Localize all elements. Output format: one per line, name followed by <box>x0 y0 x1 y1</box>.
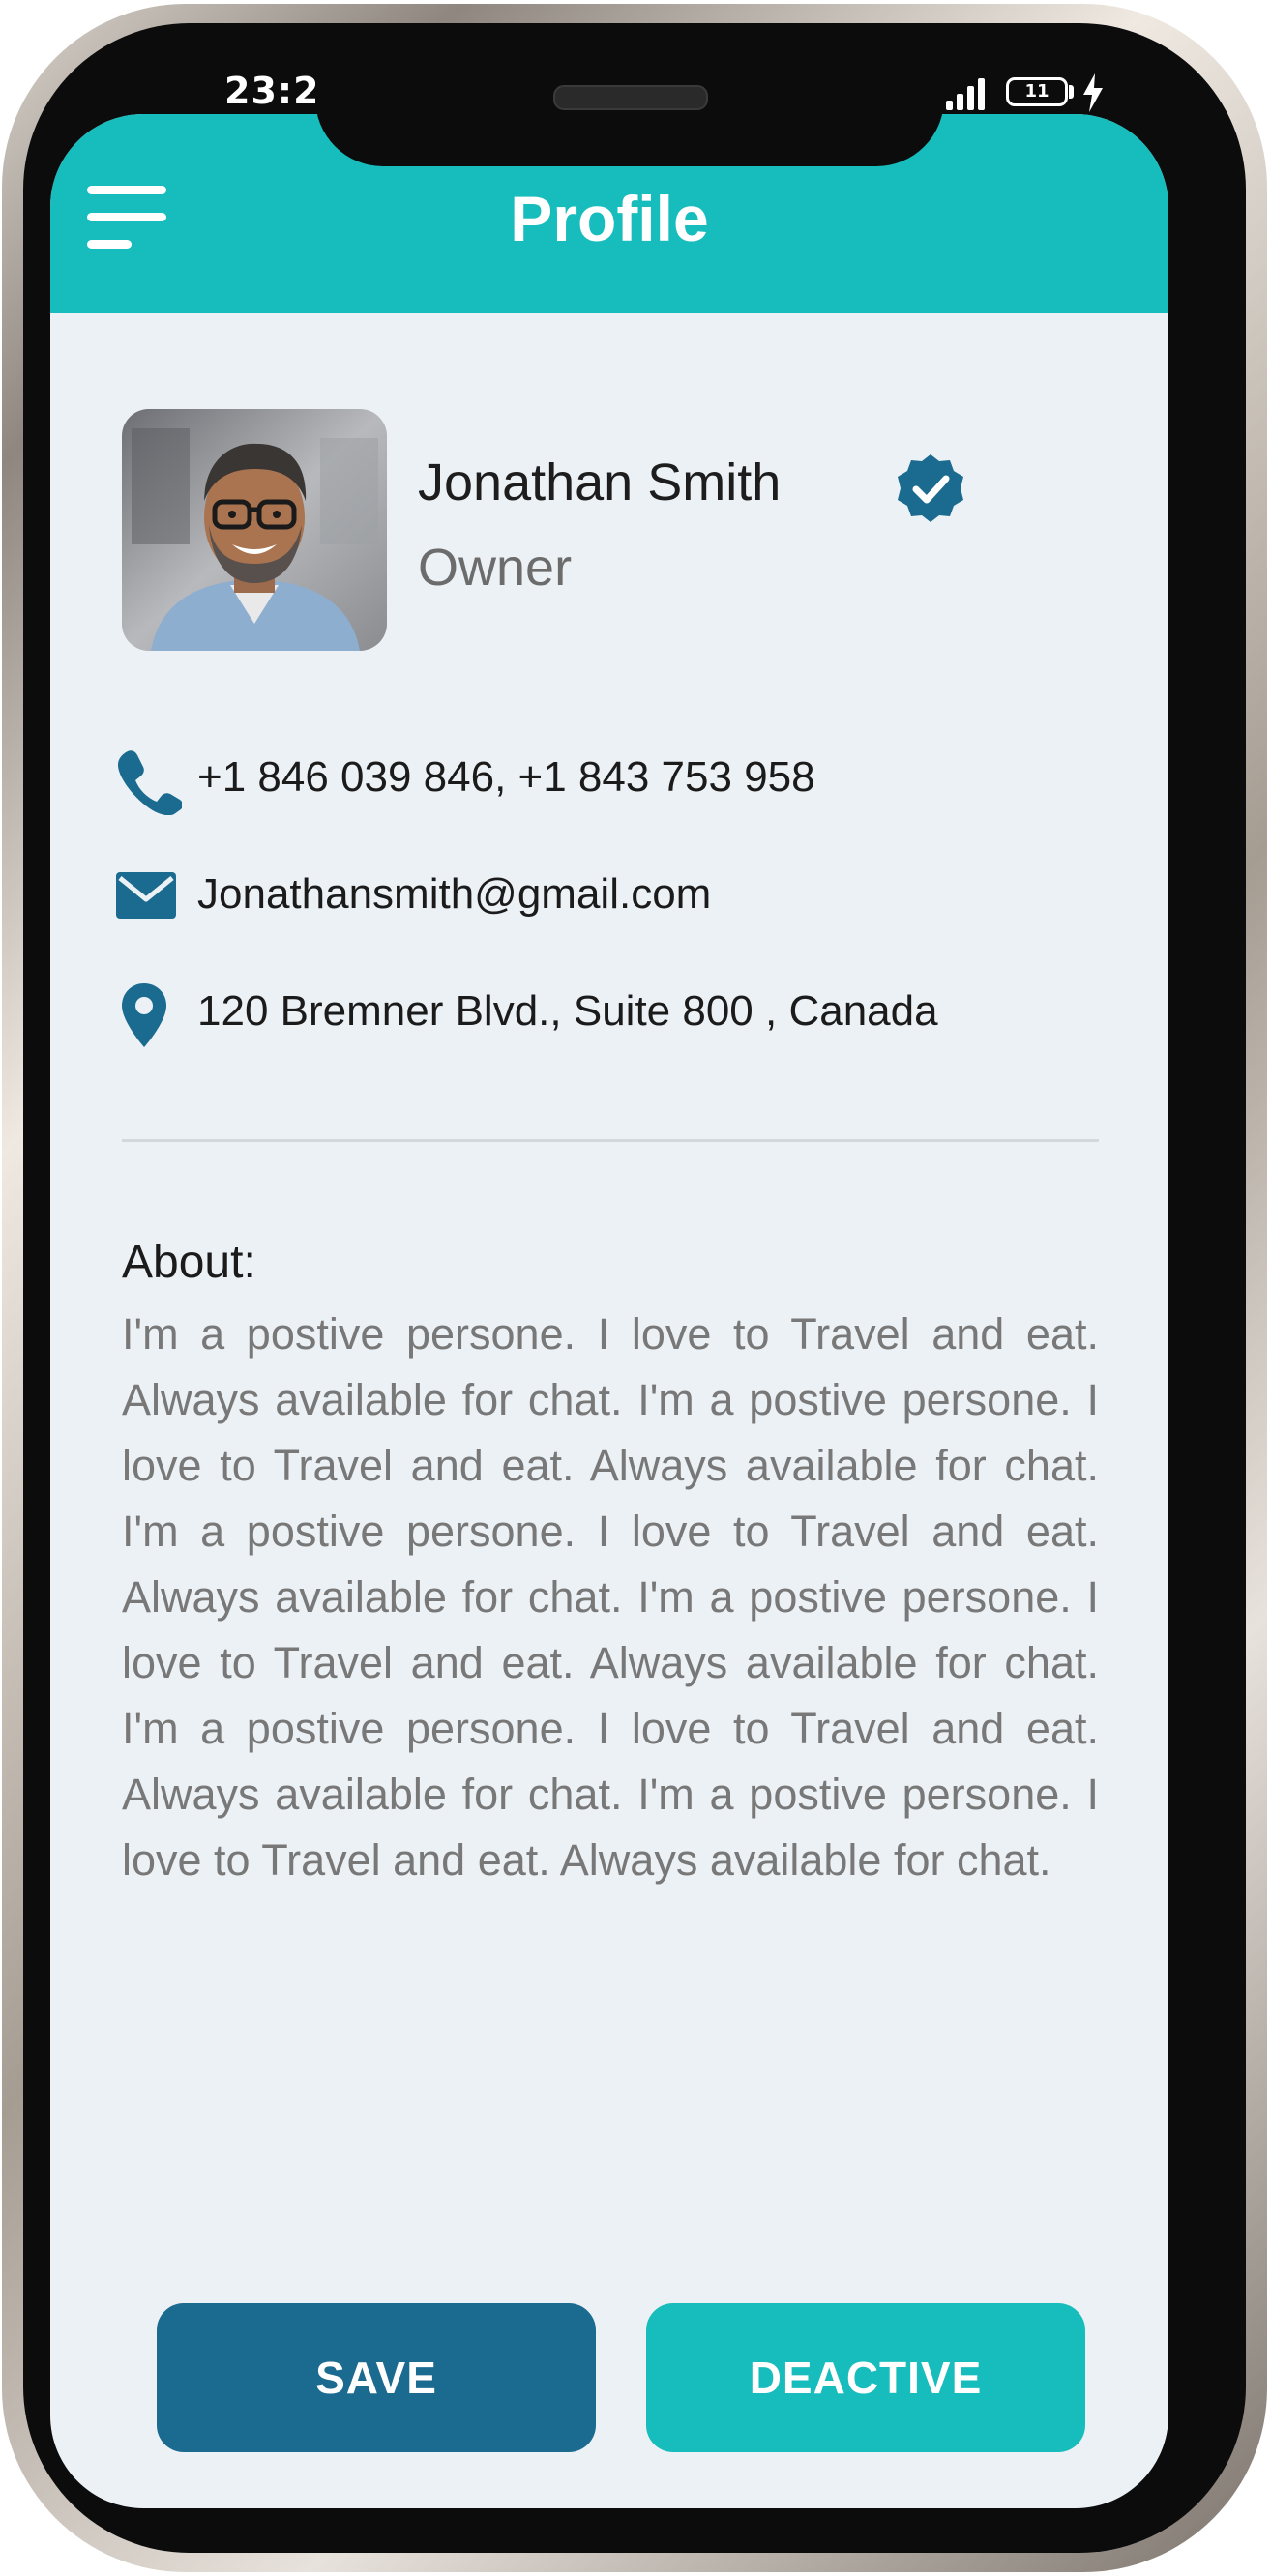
phone-numbers[interactable]: +1 846 039 846, +1 843 753 958 <box>197 753 815 802</box>
save-button[interactable]: SAVE <box>157 2303 596 2452</box>
speaker-grille <box>553 85 708 110</box>
about-heading: About: <box>122 1237 256 1288</box>
notch <box>315 39 944 166</box>
app-screen: Profile Jonathan Smith Owner +1 846 039 … <box>50 114 1168 2508</box>
address[interactable]: 120 Bremner Blvd., Suite 800 , Canada <box>197 987 938 1036</box>
avatar[interactable] <box>122 409 387 651</box>
location-pin-icon <box>122 983 166 1047</box>
charging-bolt-icon <box>1083 73 1103 112</box>
section-divider <box>122 1139 1099 1142</box>
profile-role: Owner <box>418 539 573 597</box>
deactive-button[interactable]: DEACTIVE <box>646 2303 1085 2452</box>
status-time: 23:20 <box>224 70 315 112</box>
battery-cap <box>1069 85 1074 99</box>
page-title: Profile <box>510 183 709 254</box>
email-address[interactable]: Jonathansmith@gmail.com <box>197 870 711 919</box>
battery-icon: 11 <box>1006 77 1068 106</box>
signal-icon <box>946 77 990 110</box>
phone-icon <box>118 750 182 815</box>
verified-badge-icon <box>898 454 963 522</box>
avatar-portrait <box>122 409 387 651</box>
profile-name: Jonathan Smith <box>418 454 782 512</box>
about-text: I'm a postive persone. I love to Travel … <box>122 1309 1099 1885</box>
email-icon <box>116 872 176 919</box>
